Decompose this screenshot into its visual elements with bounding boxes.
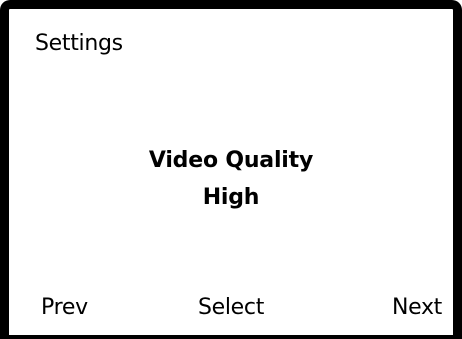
setting-value: High bbox=[202, 185, 260, 210]
prev-button[interactable]: Prev bbox=[41, 295, 88, 321]
lcd-screen: Settings Video Quality High Prev Select … bbox=[9, 9, 453, 335]
device-frame: Settings Video Quality High Prev Select … bbox=[0, 0, 462, 339]
next-button[interactable]: Next bbox=[392, 295, 442, 321]
setting-name: Video Quality bbox=[148, 148, 314, 173]
screen-title: Settings bbox=[35, 31, 123, 56]
softkey-bar: Prev Select Next bbox=[9, 295, 453, 325]
select-button[interactable]: Select bbox=[176, 295, 286, 321]
